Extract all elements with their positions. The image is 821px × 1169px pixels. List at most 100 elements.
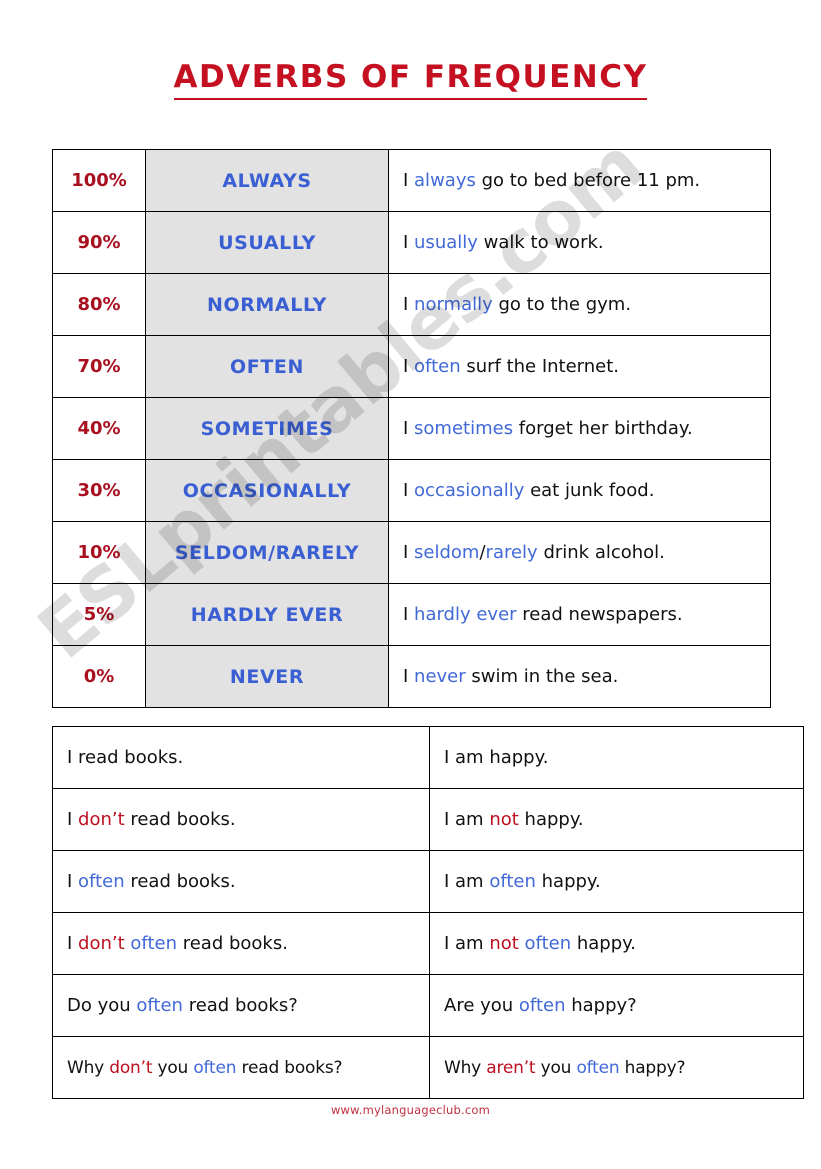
form-adverb: often xyxy=(489,871,536,892)
form-cell-left: I don’t often read books. xyxy=(52,912,430,975)
percent-cell: 40% xyxy=(52,397,146,460)
footer-website-link[interactable]: www.mylanguageclub.com xyxy=(331,1103,490,1117)
form-cell-left: I read books. xyxy=(52,726,430,789)
table-row: I don’t often read books. I am not often… xyxy=(52,912,804,975)
forms-table-body: I read books. I am happy. I don’t read b… xyxy=(52,726,804,1099)
form-adverb: often xyxy=(576,1057,620,1078)
example-sentence-cell: I sometimes forget her birthday. xyxy=(388,397,771,460)
frequency-scale-table: 100% ALWAYS I always go to bed before 11… xyxy=(52,149,771,708)
form-negation: don’t xyxy=(109,1057,153,1078)
table-row: 80% NORMALLY I normally go to the gym. xyxy=(52,273,771,336)
table-row: 30% OCCASIONALLY I occasionally eat junk… xyxy=(52,459,771,522)
sentence-pre: I xyxy=(403,356,415,377)
sentence-pre: I xyxy=(403,542,415,563)
form-cell-right: I am not often happy. xyxy=(429,912,804,975)
form-cell-right: I am not happy. xyxy=(429,788,804,851)
sentence-post: swim in the sea. xyxy=(465,666,619,687)
sentence-adverb: hardly ever xyxy=(414,604,517,625)
form-part-3: happy. xyxy=(571,933,636,954)
form-cell-right: Are you often happy? xyxy=(429,974,804,1037)
table-row: 100% ALWAYS I always go to bed before 11… xyxy=(52,149,771,212)
sentence-forms-table: I read books. I am happy. I don’t read b… xyxy=(52,726,804,1099)
sentence-post: go to bed before 11 pm. xyxy=(475,170,701,191)
form-adverb: often xyxy=(524,933,572,954)
form-part-1: I am xyxy=(444,809,490,830)
adverb-cell: ALWAYS xyxy=(145,149,389,212)
footer: www.mylanguageclub.com xyxy=(0,1099,821,1118)
percent-cell: 0% xyxy=(52,645,146,708)
sentence-adverb: usually xyxy=(414,232,478,253)
form-negation: aren’t xyxy=(486,1057,536,1078)
form-part-1: I xyxy=(67,871,79,892)
sentence-post: forget her birthday. xyxy=(513,418,693,439)
form-adverb: often xyxy=(78,871,125,892)
table-row: I don’t read books. I am not happy. xyxy=(52,788,804,851)
form-part-2: you xyxy=(535,1057,577,1078)
form-part-2: read books. xyxy=(124,809,236,830)
form-part-1: I read books. xyxy=(67,747,184,768)
form-part-1: I am xyxy=(444,871,490,892)
adverb-cell: NEVER xyxy=(145,645,389,708)
form-part-1: I am xyxy=(444,933,490,954)
percent-cell: 90% xyxy=(52,211,146,274)
sentence-adverb: often xyxy=(414,356,461,377)
form-part-3: happy. xyxy=(535,871,601,892)
sentence-adverb: always xyxy=(414,170,476,191)
sentence-pre: I xyxy=(403,666,415,687)
form-part-2: happy. xyxy=(518,809,584,830)
adverb-cell: OCCASIONALLY xyxy=(145,459,389,522)
form-negation: not xyxy=(489,809,519,830)
adverb-cell: NORMALLY xyxy=(145,273,389,336)
sentence-post: walk to work. xyxy=(477,232,604,253)
example-sentence-cell: I always go to bed before 11 pm. xyxy=(388,149,771,212)
table-row: 90% USUALLY I usually walk to work. xyxy=(52,211,771,274)
sentence-adverb: occasionally xyxy=(414,480,525,501)
frequency-table-body: 100% ALWAYS I always go to bed before 11… xyxy=(52,149,771,708)
form-negation: don’t xyxy=(78,933,125,954)
table-row: 5% HARDLY EVER I hardly ever read newspa… xyxy=(52,583,771,646)
sentence-adverb: sometimes xyxy=(414,418,514,439)
form-cell-right: Why aren’t you often happy? xyxy=(429,1036,804,1099)
form-part-1: Why xyxy=(444,1057,487,1078)
percent-cell: 70% xyxy=(52,335,146,398)
form-adverb: often xyxy=(130,933,177,954)
sentence-pre: I xyxy=(403,418,415,439)
form-part-3: read books? xyxy=(236,1057,343,1078)
form-cell-right: I am often happy. xyxy=(429,850,804,913)
form-cell-left: Why don’t you often read books? xyxy=(52,1036,430,1099)
percent-cell: 10% xyxy=(52,521,146,584)
sentence-adverb: seldom xyxy=(414,542,480,563)
page-title: ADVERBS OF FREQUENCY xyxy=(173,60,648,101)
sentence-adverb-alt: rarely xyxy=(485,542,538,563)
form-part-1: I xyxy=(67,809,79,830)
sentence-pre: I xyxy=(403,480,415,501)
example-sentence-cell: I usually walk to work. xyxy=(388,211,771,274)
sentence-post: read newspapers. xyxy=(516,604,683,625)
sentence-post: drink alcohol. xyxy=(537,542,665,563)
form-adverb: often xyxy=(193,1057,237,1078)
title-container: ADVERBS OF FREQUENCY xyxy=(0,60,821,101)
sentence-post: surf the Internet. xyxy=(460,356,620,377)
form-part-3: read books. xyxy=(124,871,236,892)
table-row: Why don’t you often read books? Why aren… xyxy=(52,1036,804,1099)
form-part-1: Why xyxy=(67,1057,110,1078)
example-sentence-cell: I occasionally eat junk food. xyxy=(388,459,771,522)
sentence-adverb: never xyxy=(414,666,466,687)
percent-cell: 30% xyxy=(52,459,146,522)
sentence-post: eat junk food. xyxy=(524,480,655,501)
adverb-cell: OFTEN xyxy=(145,335,389,398)
sentence-pre: I xyxy=(403,170,415,191)
example-sentence-cell: I often surf the Internet. xyxy=(388,335,771,398)
percent-cell: 100% xyxy=(52,149,146,212)
adverb-cell: SELDOM/RARELY xyxy=(145,521,389,584)
form-part-2: you xyxy=(152,1057,194,1078)
form-adverb: often xyxy=(518,995,566,1016)
form-cell-left: I often read books. xyxy=(52,850,430,913)
sentence-pre: I xyxy=(403,294,415,315)
percent-cell: 80% xyxy=(52,273,146,336)
table-row: I read books. I am happy. xyxy=(52,726,804,789)
example-sentence-cell: I normally go to the gym. xyxy=(388,273,771,336)
adverb-cell: HARDLY EVER xyxy=(145,583,389,646)
form-part-1: I xyxy=(67,933,79,954)
form-negation: don’t xyxy=(78,809,125,830)
